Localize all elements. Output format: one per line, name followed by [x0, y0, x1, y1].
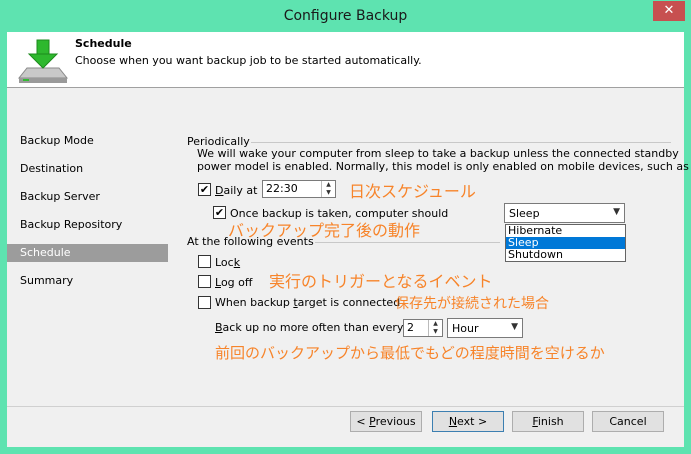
dialog-client: Schedule Choose when you want backup job… [7, 32, 689, 447]
finish-button[interactable]: Finish [512, 411, 584, 432]
daily-time-spinner[interactable]: 22:30 ▲ ▼ [262, 180, 336, 198]
nav-item-backup-mode[interactable]: Backup Mode [7, 132, 168, 150]
annotation-daily-schedule: 日次スケジュール [349, 182, 476, 201]
lock-label: Lock [215, 256, 241, 269]
wake-info-line-1: We will wake your computer from sleep to… [197, 147, 679, 160]
after-action-value: Sleep [509, 207, 540, 220]
previous-button[interactable]: < Previous [350, 411, 422, 432]
footer-separator [7, 406, 684, 407]
logoff-label: Log off [215, 276, 253, 289]
header-description: Choose when you want backup job to be st… [75, 54, 422, 67]
interval-unit-select[interactable]: Hour ▼ [447, 318, 523, 338]
next-button[interactable]: Next > [432, 411, 504, 432]
close-button[interactable]: ✕ [653, 1, 685, 21]
option-shutdown[interactable]: Shutdown [506, 249, 625, 261]
events-separator [315, 242, 500, 243]
header-title: Schedule [75, 37, 132, 50]
download-drive-icon [17, 39, 69, 83]
daily-checkbox[interactable]: ✔ [198, 183, 211, 196]
nav-item-backup-server[interactable]: Backup Server [7, 188, 168, 206]
after-action-select[interactable]: Sleep ▼ [504, 203, 625, 223]
interval-spin-arrows-icon[interactable]: ▲ ▼ [428, 320, 442, 336]
wizard-header: Schedule Choose when you want backup job… [7, 32, 684, 88]
annotation-minimum-interval: 前回のバックアップから最低でもどの程度時間を空けるか [215, 344, 605, 362]
nav-item-summary[interactable]: Summary [7, 272, 168, 290]
periodically-separator [251, 142, 671, 143]
nav-item-schedule[interactable]: Schedule [7, 244, 168, 262]
chevron-down-icon: ▼ [613, 207, 620, 217]
cancel-button[interactable]: Cancel [592, 411, 664, 432]
target-connected-checkbox[interactable] [198, 296, 211, 309]
backup-interval-label: Back up no more often than every [215, 321, 404, 334]
daily-label: Daily at [215, 184, 258, 197]
wizard-nav: Backup Mode Destination Backup Server Ba… [7, 88, 175, 447]
nav-item-backup-repository[interactable]: Backup Repository [7, 216, 168, 234]
annotation-target-connected: 保存先が接続された場合 [395, 296, 549, 312]
nav-item-destination[interactable]: Destination [7, 160, 168, 178]
target-connected-label: When backup target is connected [215, 296, 401, 309]
lock-checkbox[interactable] [198, 255, 211, 268]
title-bar: Configure Backup ✕ [0, 0, 691, 32]
daily-time-value: 22:30 [266, 182, 298, 195]
events-label: At the following events [187, 235, 314, 248]
time-spin-arrows-icon[interactable]: ▲ ▼ [321, 181, 335, 197]
interval-value: 2 [407, 321, 414, 334]
window-title: Configure Backup [283, 8, 408, 24]
chevron-down-icon: ▼ [511, 322, 518, 332]
interval-spinner[interactable]: 2 ▲ ▼ [403, 319, 443, 337]
annotation-trigger-events: 実行のトリガーとなるイベント [269, 272, 493, 291]
once-backup-checkbox[interactable]: ✔ [213, 206, 226, 219]
after-action-options: Hibernate Sleep Shutdown [505, 224, 626, 262]
logoff-checkbox[interactable] [198, 275, 211, 288]
interval-unit-value: Hour [452, 322, 479, 335]
schedule-panel: Periodically We will wake your computer … [175, 88, 689, 408]
wake-info-line-2: power model is enabled. Normally, this m… [197, 160, 689, 173]
